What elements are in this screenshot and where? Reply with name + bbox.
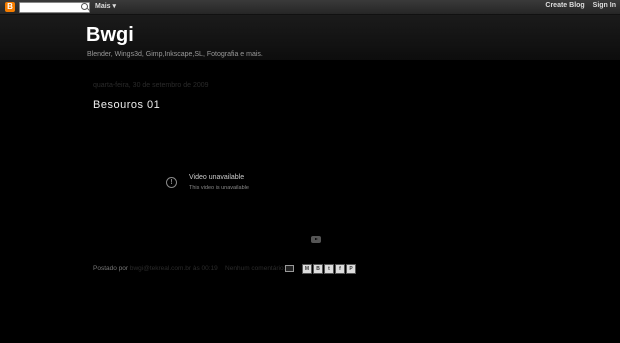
twitter-share-icon[interactable]: t [324,264,334,274]
post-date: quarta-feira, 30 de setembro de 2009 [93,82,209,89]
post-time-at: às [192,265,200,272]
post-timestamp[interactable]: 00:19 [202,265,218,272]
navbar-right-links: Create Blog Sign In [539,2,616,9]
more-menu[interactable]: Mais ▾ [95,2,116,10]
blogthis-share-icon[interactable]: B [313,264,323,274]
blogger-logo-icon[interactable]: B [5,2,15,12]
email-post-icon[interactable] [285,265,294,272]
blogger-navbar: B Mais ▾ Create Blog Sign In [0,0,620,15]
post-title[interactable]: Besouros 01 [93,99,160,111]
video-unavailable-subtitle: This video is unavailable [189,185,249,191]
share-buttons: MBtfP [302,264,357,274]
facebook-share-icon[interactable]: f [335,264,345,274]
search-icon[interactable] [81,3,88,10]
post-author[interactable]: bwgi@tekreal.com.br [130,265,191,272]
alert-circle-icon: ! [166,177,177,188]
create-blog-link[interactable]: Create Blog [545,2,584,9]
sign-in-link[interactable]: Sign In [593,2,616,9]
post-footer: Postado por bwgi@tekreal.com.br às 00:19… [93,265,285,272]
posted-by-label: Postado por [93,265,129,272]
blog-title[interactable]: Bwgi [86,24,134,47]
search-input[interactable] [19,2,90,13]
email-share-icon[interactable]: M [302,264,312,274]
blog-description: Blender, Wings3d, Gimp,Inkscape,SL, Foto… [87,51,263,58]
pinterest-share-icon[interactable]: P [346,264,356,274]
youtube-icon[interactable] [311,236,321,243]
video-unavailable-title: Video unavailable [189,174,245,181]
post-comments-link[interactable]: Nenhum comentário: [225,265,285,272]
embedded-video[interactable]: ! Video unavailable This video is unavai… [92,113,340,253]
